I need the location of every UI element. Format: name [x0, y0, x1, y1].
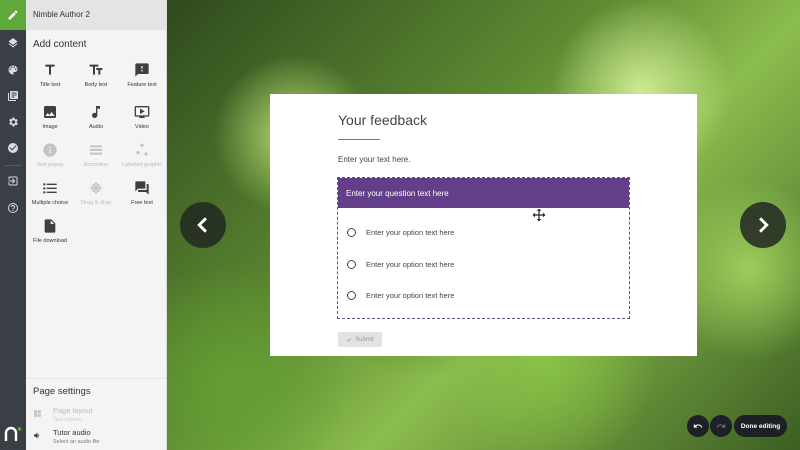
nimble-logo-icon: [4, 426, 22, 441]
audio-icon: [92, 106, 100, 119]
redo-icon: [716, 423, 726, 428]
help-button[interactable]: [0, 195, 26, 221]
next-page-button[interactable]: [740, 202, 786, 248]
chevron-left-icon: [197, 217, 207, 233]
settings-button[interactable]: [0, 109, 26, 135]
tool-labelled-graphic: Labelled graphic: [119, 142, 165, 180]
tool-multiple-choice[interactable]: Multiple choice: [27, 180, 73, 218]
info-icon: [43, 143, 57, 157]
gear-icon: [9, 117, 18, 127]
tool-title-text[interactable]: Title text: [27, 62, 73, 100]
title-divider: [338, 139, 380, 140]
card-title[interactable]: Your feedback: [338, 112, 427, 128]
multiple-choice-block[interactable]: Enter your question text here Enter your…: [337, 177, 630, 319]
previous-page-button[interactable]: [180, 202, 226, 248]
layers-icon: [8, 38, 18, 48]
tutor-audio-setting[interactable]: Tutor audio Select an audio file: [33, 428, 163, 450]
redo-button[interactable]: [710, 415, 732, 437]
question-text[interactable]: Enter your question text here: [338, 178, 629, 208]
submit-button[interactable]: Submit: [338, 332, 382, 347]
tool-accordion: Accordion: [73, 142, 119, 180]
done-editing-button[interactable]: Done editing: [734, 415, 787, 437]
radio-button[interactable]: [347, 291, 356, 300]
page-layout-setting: Page layout Text column: [33, 406, 163, 428]
list-icon: [43, 183, 57, 194]
undo-button[interactable]: [687, 415, 709, 437]
option-row[interactable]: Enter your option text here: [347, 289, 607, 303]
page-settings-heading: Page settings: [33, 386, 91, 397]
option-text[interactable]: Enter your option text here: [366, 291, 454, 300]
option-row[interactable]: Enter your option text here: [347, 258, 607, 272]
option-text[interactable]: Enter your option text here: [366, 228, 454, 237]
labelled-graphic-icon: [136, 143, 148, 156]
publish-button[interactable]: [0, 135, 26, 161]
tool-video[interactable]: Video: [119, 104, 165, 142]
body-text-icon: [89, 64, 103, 75]
pages-button[interactable]: [0, 83, 26, 109]
tool-feature-text[interactable]: Feature text: [119, 62, 165, 100]
edit-mode-button[interactable]: [0, 0, 26, 30]
rail-divider: [4, 165, 22, 166]
palette-icon: [8, 65, 18, 75]
image-icon: [44, 106, 56, 118]
title-text-icon: [45, 64, 55, 75]
exit-icon: [8, 176, 18, 186]
check-icon: [346, 337, 352, 342]
target-icon: [90, 182, 102, 194]
icon-rail: [0, 0, 26, 450]
option-text[interactable]: Enter your option text here: [366, 260, 454, 269]
tool-body-text[interactable]: Body text: [73, 62, 119, 100]
content-card: Your feedback Enter your text here. Ente…: [270, 94, 697, 356]
exit-button[interactable]: [0, 168, 26, 194]
check-circle-icon: [8, 143, 18, 153]
feature-text-icon: [135, 63, 149, 77]
app-title: Nimble Author 2: [26, 0, 166, 30]
radio-button[interactable]: [347, 228, 356, 237]
side-panel: Nimble Author 2 Add content Title text B…: [26, 0, 167, 450]
chevron-right-icon: [759, 217, 769, 233]
option-row[interactable]: Enter your option text here: [347, 226, 607, 240]
tool-drag-drop: Drag & drop: [73, 180, 119, 218]
tool-audio[interactable]: Audio: [73, 104, 119, 142]
chat-icon: [135, 181, 149, 195]
video-icon: [134, 106, 150, 118]
pencil-icon: [8, 10, 18, 20]
layout-icon: [34, 410, 41, 417]
accordion-icon: [90, 145, 102, 155]
volume-icon: [34, 432, 40, 439]
add-content-heading: Add content: [33, 39, 87, 50]
tool-file-download[interactable]: File download: [27, 218, 73, 256]
layers-button[interactable]: [0, 31, 26, 57]
tool-text-popup: Text popup: [27, 142, 73, 180]
undo-icon: [693, 423, 703, 428]
card-intro-text[interactable]: Enter your text here.: [338, 155, 410, 164]
file-icon: [44, 219, 56, 233]
radio-button[interactable]: [347, 260, 356, 269]
theme-button[interactable]: [0, 57, 26, 83]
page-settings: Page settings Page layout Text column Tu…: [26, 378, 167, 450]
move-icon[interactable]: [532, 208, 546, 222]
tool-free-text[interactable]: Free text: [119, 180, 165, 218]
help-icon: [8, 203, 18, 213]
tool-image[interactable]: Image: [27, 104, 73, 142]
library-icon: [8, 91, 18, 101]
